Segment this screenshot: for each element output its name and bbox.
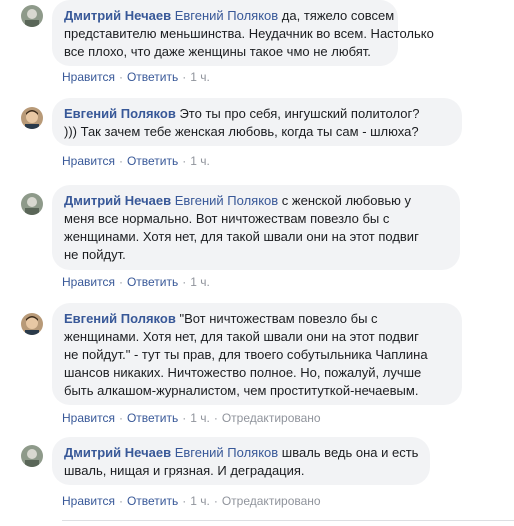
- comment-bubble: Евгений Поляков "Вот ничтожествам повезл…: [52, 303, 462, 405]
- like-link[interactable]: Нравится: [62, 70, 115, 84]
- comment-author[interactable]: Евгений Поляков: [64, 106, 176, 121]
- comment-text: Это ты про себя, ингушский политолог?: [179, 106, 420, 121]
- comment-author[interactable]: Евгений Поляков: [64, 311, 176, 326]
- comment-text: все плохо, что даже женщины такое чмо не…: [64, 44, 371, 59]
- avatar[interactable]: [21, 313, 43, 335]
- comment-text: шваль, нищая и грязная. И деградация.: [64, 463, 305, 478]
- comment-bubble: Евгений Поляков Это ты про себя, ингушск…: [52, 98, 462, 146]
- comment-author[interactable]: Дмитрий Нечаев: [64, 8, 171, 23]
- comment-text: "Вот ничтожествам повезло бы с: [179, 311, 378, 326]
- comment-text: не пойдут.: [64, 247, 126, 262]
- comment-text: да, тяжело совсем: [281, 8, 395, 23]
- comment-actions: Нравится · Ответить · 1 ч.: [62, 275, 210, 289]
- comment-time[interactable]: 1 ч.: [190, 494, 210, 508]
- comment-text: представителю меньшинства. Неудачник во …: [64, 26, 434, 41]
- edited-label[interactable]: Отредактировано: [222, 411, 321, 425]
- comment-text: шваль ведь она и есть: [281, 445, 419, 460]
- comment-time[interactable]: 1 ч.: [190, 70, 210, 84]
- comment-author[interactable]: Дмитрий Нечаев: [64, 193, 171, 208]
- comment-mention[interactable]: Евгений Поляков: [175, 193, 278, 208]
- comment-bubble: Дмитрий Нечаев Евгений Поляков да, тяжел…: [52, 0, 434, 66]
- comment-bubble: Дмитрий Нечаев Евгений Поляков с женской…: [52, 185, 460, 270]
- reply-link[interactable]: Ответить: [127, 275, 178, 289]
- reply-link[interactable]: Ответить: [127, 494, 178, 508]
- comment-actions: Нравится · Ответить · 1 ч.: [62, 154, 210, 168]
- comment-text: не пойдут." - тут ты прав, для твоего со…: [64, 347, 428, 362]
- comment-actions: Нравится · Ответить · 1 ч. · Отредактировано: [62, 411, 321, 425]
- comment-actions: Нравится · Ответить · 1 ч. · Отредактировано: [62, 494, 321, 508]
- like-link[interactable]: Нравится: [62, 494, 115, 508]
- edited-label[interactable]: Отредактировано: [222, 494, 321, 508]
- avatar[interactable]: [21, 107, 43, 129]
- comment-author[interactable]: Дмитрий Нечаев: [64, 445, 171, 460]
- comment-text: с женской любовью у: [281, 193, 412, 208]
- avatar[interactable]: [21, 445, 43, 467]
- reply-link[interactable]: Ответить: [127, 70, 178, 84]
- comment-bubble: Дмитрий Нечаев Евгений Поляков шваль вед…: [52, 437, 430, 485]
- comment-mention[interactable]: Евгений Поляков: [175, 8, 278, 23]
- like-link[interactable]: Нравится: [62, 411, 115, 425]
- comment-text: быть алкашом-журналистом, чем проститутк…: [64, 383, 419, 398]
- comment-time[interactable]: 1 ч.: [190, 154, 210, 168]
- comment-text: меня все нормально. Вот ничтожествам пов…: [64, 211, 390, 226]
- comment-actions: Нравится · Ответить · 1 ч.: [62, 70, 210, 84]
- comment-time[interactable]: 1 ч.: [190, 275, 210, 289]
- comment-text: женщинами. Хотя нет, для такой швали они…: [64, 329, 419, 344]
- reply-link[interactable]: Ответить: [127, 154, 178, 168]
- divider: [62, 520, 514, 521]
- comment-text: шансов никаких. Ничтожество полное. Но, …: [64, 365, 422, 380]
- avatar[interactable]: [21, 5, 43, 27]
- like-link[interactable]: Нравится: [62, 154, 115, 168]
- comment-time[interactable]: 1 ч.: [190, 411, 210, 425]
- avatar[interactable]: [21, 193, 43, 215]
- comment-text: женщинами. Хотя нет, для такой швали они…: [64, 229, 419, 244]
- reply-link[interactable]: Ответить: [127, 411, 178, 425]
- comment-mention[interactable]: Евгений Поляков: [175, 445, 278, 460]
- like-link[interactable]: Нравится: [62, 275, 115, 289]
- comment-text: ))) Так зачем тебе женская любовь, когда…: [64, 124, 419, 139]
